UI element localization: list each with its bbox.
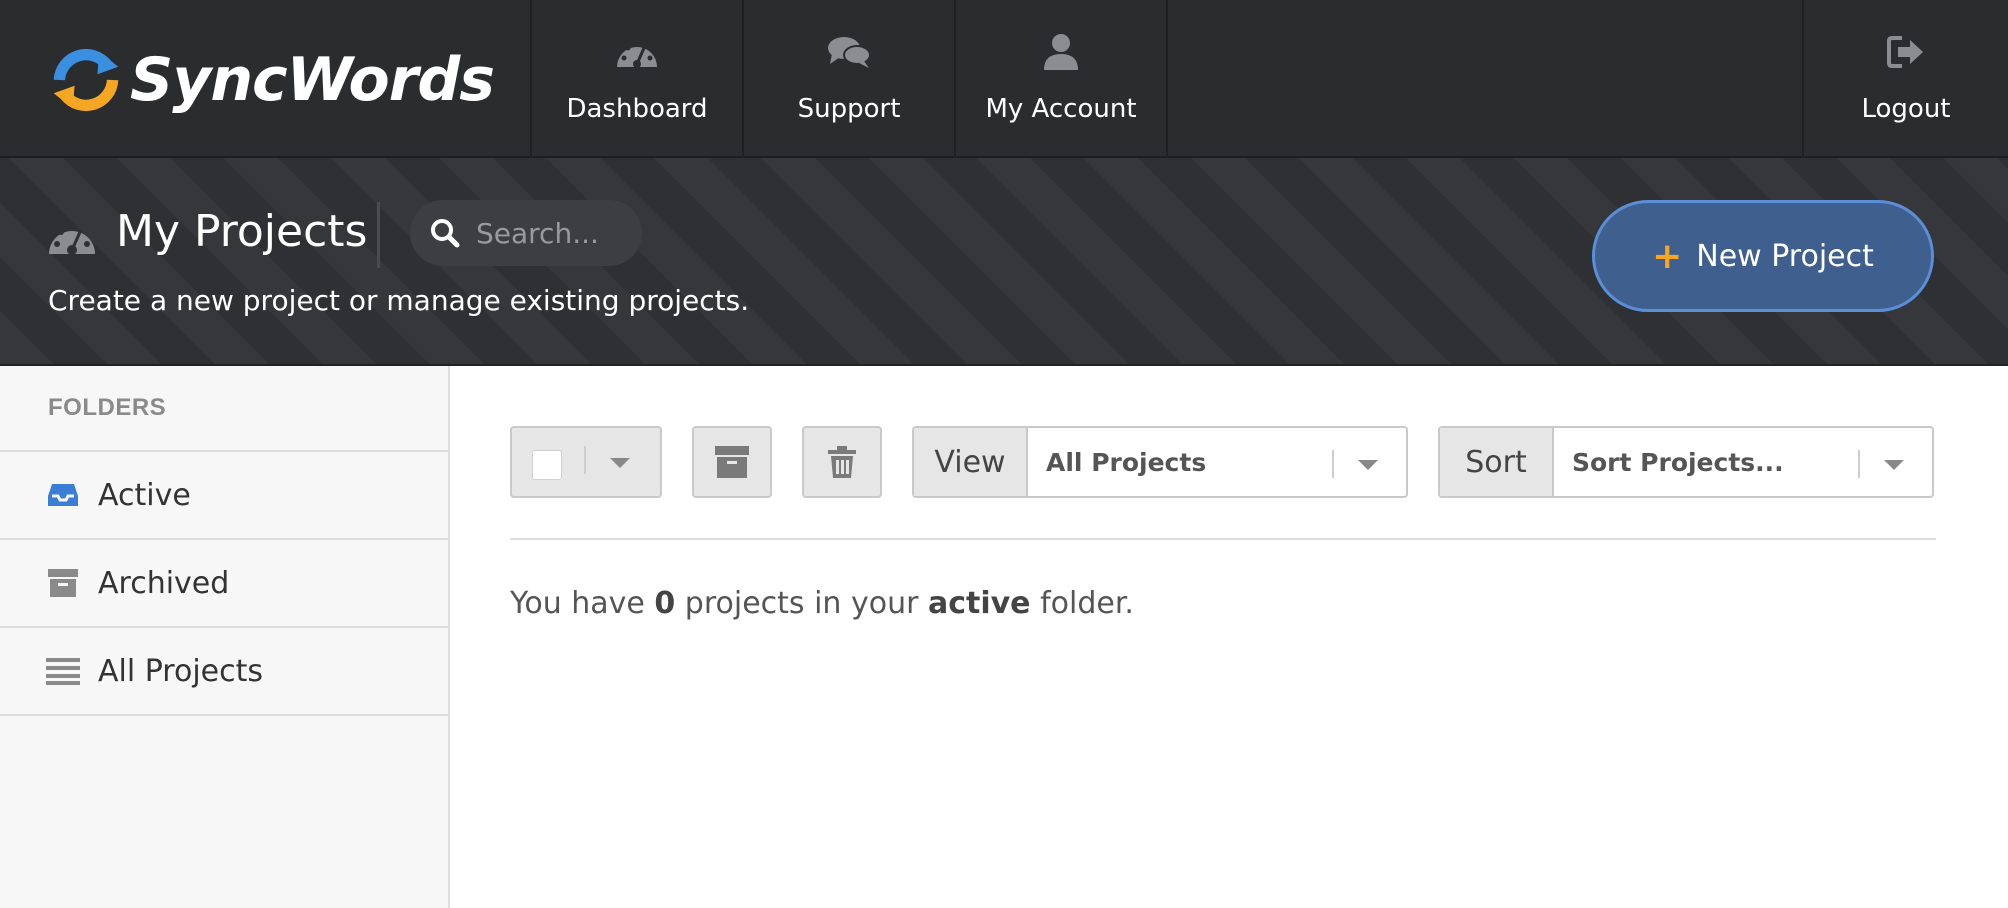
folder-item-all-projects[interactable]: All Projects	[0, 628, 448, 716]
view-dropdown[interactable]: All Projects	[1028, 428, 1406, 496]
search-box[interactable]	[410, 200, 642, 266]
folder-label: Active	[98, 477, 191, 513]
separator	[584, 446, 586, 474]
folder-item-archived[interactable]: Archived	[0, 540, 448, 628]
new-project-button[interactable]: + New Project	[1592, 200, 1934, 312]
search-input[interactable]	[476, 216, 636, 250]
inbox-icon	[46, 480, 80, 510]
divider	[510, 538, 1936, 540]
folders-heading: FOLDERS	[0, 366, 448, 452]
chat-bubbles-icon	[825, 30, 873, 74]
top-navbar: SyncWords Dashboard Support My Account L…	[0, 0, 2008, 158]
plus-icon: +	[1652, 235, 1683, 277]
brand[interactable]: SyncWords	[48, 40, 495, 120]
nav-support-label: Support	[797, 94, 901, 124]
syncwords-logo-icon	[53, 48, 119, 112]
message-middle: projects in your	[675, 586, 928, 621]
sort-dropdown[interactable]: Sort Projects...	[1554, 428, 1932, 496]
message-suffix: folder.	[1030, 586, 1134, 621]
chevron-down-icon	[1884, 460, 1904, 470]
nav-my-account[interactable]: My Account	[954, 0, 1168, 158]
archive-box-icon	[46, 568, 80, 598]
chevron-down-icon	[610, 458, 630, 468]
nav-logout[interactable]: Logout	[1802, 0, 2008, 158]
separator	[1332, 450, 1334, 478]
folders-sidebar: FOLDERS Active Archived All Projects	[0, 366, 450, 908]
user-icon	[1037, 30, 1085, 74]
page-title: My Projects	[116, 206, 368, 257]
list-icon	[46, 656, 80, 686]
view-label: View	[914, 428, 1028, 496]
archive-box-icon	[715, 446, 749, 478]
page-header: My Projects Create a new project or mana…	[0, 158, 2008, 366]
nav-dashboard[interactable]: Dashboard	[530, 0, 742, 158]
chevron-down-icon	[1358, 460, 1378, 470]
message-prefix: You have	[510, 586, 655, 621]
sort-label: Sort	[1440, 428, 1554, 496]
view-value: All Projects	[1046, 447, 1207, 477]
nav-support[interactable]: Support	[742, 0, 954, 158]
folder-label: All Projects	[98, 653, 263, 689]
page-subtitle: Create a new project or manage existing …	[48, 284, 750, 317]
nav-dashboard-label: Dashboard	[566, 94, 708, 124]
dashboard-gauge-icon	[49, 223, 95, 255]
folder-item-active[interactable]: Active	[0, 452, 448, 540]
new-project-label: New Project	[1696, 238, 1874, 274]
nav-logout-label: Logout	[1861, 94, 1951, 124]
sort-select[interactable]: Sort Sort Projects...	[1438, 426, 1934, 498]
select-all-dropdown[interactable]	[510, 426, 662, 498]
project-count: 0	[654, 586, 676, 621]
folder-label: Archived	[98, 565, 230, 601]
trash-icon	[828, 446, 856, 478]
empty-state-message: You have 0 projects in your active folde…	[510, 586, 1134, 621]
dashboard-gauge-icon	[613, 30, 661, 74]
delete-button[interactable]	[802, 426, 882, 498]
folder-name: active	[927, 586, 1031, 621]
header-divider	[377, 202, 380, 268]
separator	[1858, 450, 1860, 478]
select-all-checkbox[interactable]	[532, 450, 562, 480]
archive-button[interactable]	[692, 426, 772, 498]
brand-name: SyncWords	[130, 45, 495, 115]
nav-my-account-label: My Account	[985, 94, 1137, 124]
logout-icon	[1882, 30, 1930, 74]
sort-value: Sort Projects...	[1572, 447, 1784, 477]
search-icon	[431, 219, 460, 248]
view-select[interactable]: View All Projects	[912, 426, 1408, 498]
